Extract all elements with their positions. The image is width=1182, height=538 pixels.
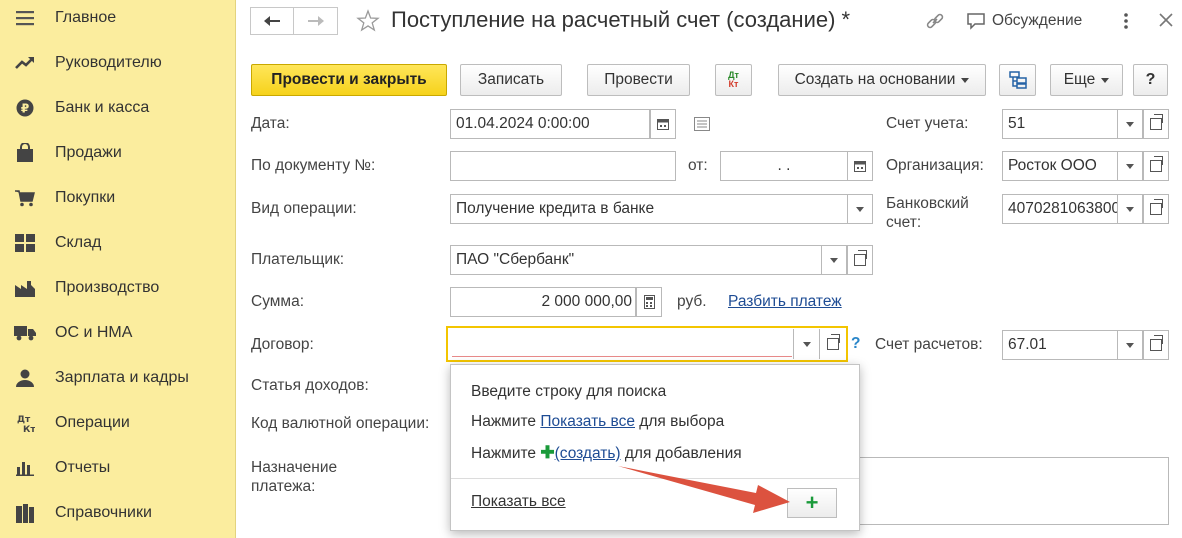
sidebar-item-reports[interactable]: Отчеты [0,445,235,490]
sidebar-item-purchases[interactable]: Покупки [0,175,235,220]
sidebar-item-warehouse[interactable]: Склад [0,220,235,265]
sidebar-item-label: ОС и НМА [55,323,133,341]
sidebar-item-label: Производство [55,278,160,296]
sidebar-item-label: Склад [55,233,102,251]
sidebar-item-label: Покупки [55,188,116,206]
sidebar-item-assets[interactable]: ОС и НМА [0,310,235,355]
dt-kt-icon: Дт Кт [14,412,36,434]
person-icon [14,367,36,389]
sidebar-item-label: Операции [55,413,130,431]
sidebar: Главное Руководителю ₽ Банк и касса Прод… [0,0,236,538]
sidebar-item-sales[interactable]: Продажи [0,130,235,175]
sidebar-item-payroll[interactable]: Зарплата и кадры [0,355,235,400]
trend-icon [14,52,36,74]
bar-chart-icon [14,457,36,479]
factory-icon [14,277,36,299]
truck-icon [14,322,36,344]
cart-icon [14,187,36,209]
sidebar-item-label: Отчеты [55,458,111,476]
sidebar-item-label: Руководителю [55,53,162,71]
shopping-bag-icon [14,142,36,164]
sidebar-item-main[interactable]: Главное [0,0,235,40]
sidebar-item-label: Справочники [55,503,152,521]
sidebar-item-label: Зарплата и кадры [55,368,189,386]
warehouse-grid-icon [14,232,36,254]
annotation-arrow [618,466,790,513]
sidebar-item-production[interactable]: Производство [0,265,235,310]
sidebar-item-manager[interactable]: Руководителю [0,40,235,85]
sidebar-item-label: Продажи [55,143,122,161]
books-icon [14,502,36,524]
menu-icon [14,7,36,29]
sidebar-item-bank[interactable]: ₽ Банк и касса [0,85,235,130]
sidebar-item-directories[interactable]: Справочники [0,490,235,535]
svg-text:₽: ₽ [21,101,29,115]
svg-text:Кт: Кт [23,425,35,433]
sidebar-item-operations[interactable]: Дт Кт Операции [0,400,235,445]
ruble-coin-icon: ₽ [14,97,36,119]
document-form: Поступление на расчетный счет (создание)… [236,0,1182,538]
sidebar-item-label: Главное [55,8,117,26]
sidebar-item-label: Банк и касса [55,98,150,116]
svg-text:Дт: Дт [17,415,31,425]
